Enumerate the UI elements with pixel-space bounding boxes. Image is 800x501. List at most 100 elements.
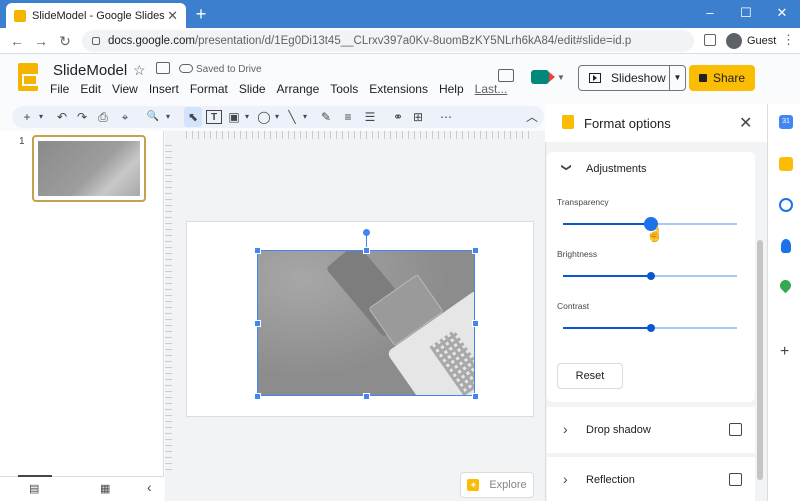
tab-title: SlideModel - Google Slides: [32, 9, 165, 22]
shape-icon[interactable]: ◯: [256, 107, 272, 127]
close-window-button[interactable]: ✕: [764, 0, 800, 28]
reflection-title[interactable]: Reflection: [586, 474, 635, 486]
back-icon[interactable]: ←: [6, 30, 28, 52]
browser-tab[interactable]: SlideModel - Google Slides ✕: [6, 3, 186, 28]
slideshow-button[interactable]: Slideshow ▼: [578, 65, 686, 91]
thumbnail-image: [38, 141, 140, 196]
contacts-icon[interactable]: [781, 239, 791, 253]
transparency-label: Transparency: [557, 197, 609, 207]
resize-handle-top-left[interactable]: [254, 247, 261, 254]
contrast-slider-thumb[interactable]: [647, 324, 655, 332]
menu-format[interactable]: Format: [190, 82, 228, 96]
redo-icon[interactable]: ↷: [74, 107, 90, 127]
profile-button[interactable]: Guest: [726, 30, 776, 52]
profile-name: Guest: [747, 35, 777, 47]
calendar-icon[interactable]: 31: [779, 115, 793, 129]
minimize-button[interactable]: ‒: [692, 0, 728, 28]
meet-caret-icon: ▼: [557, 72, 565, 82]
menu-help[interactable]: Help: [439, 82, 464, 96]
selected-image[interactable]: [257, 250, 475, 396]
meet-button[interactable]: ▼: [528, 64, 568, 90]
resize-handle-top-right[interactable]: [472, 247, 479, 254]
zoom-icon[interactable]: 🔍: [145, 107, 161, 127]
forward-icon[interactable]: →: [30, 30, 52, 52]
last-edit-link[interactable]: Last...: [475, 82, 508, 96]
add-addon-icon[interactable]: +: [780, 343, 789, 361]
menu-edit[interactable]: Edit: [80, 82, 101, 96]
new-tab-button[interactable]: +: [190, 3, 212, 25]
adjustments-chevron-icon[interactable]: ❯: [561, 163, 572, 171]
comment-icon[interactable]: ⊞: [410, 107, 426, 127]
undo-icon[interactable]: ↶: [54, 107, 70, 127]
reflection-chevron-icon[interactable]: ›: [563, 471, 568, 487]
drop-shadow-section[interactable]: [547, 407, 755, 453]
slides-logo-icon[interactable]: [18, 63, 38, 91]
tab-close-icon[interactable]: ✕: [167, 8, 178, 24]
slideshow-caret-icon[interactable]: ▼: [669, 66, 685, 90]
image-caret-icon[interactable]: ▾: [242, 107, 252, 127]
border-dash-icon[interactable]: ☰: [362, 107, 378, 127]
maximize-button[interactable]: ☐: [728, 0, 764, 28]
saved-status: Saved to Drive: [196, 64, 262, 75]
slide-thumbnail[interactable]: [32, 135, 146, 202]
browser-menu-icon[interactable]: ⋮: [782, 32, 795, 48]
comment-history-icon[interactable]: [498, 69, 514, 82]
reload-icon[interactable]: ↻: [54, 30, 76, 52]
new-slide-icon[interactable]: +: [20, 107, 34, 127]
resize-handle-bottom-left[interactable]: [254, 393, 261, 400]
text-box-icon[interactable]: T: [206, 110, 222, 124]
sidepanel-icon[interactable]: [704, 34, 716, 46]
tasks-icon[interactable]: [779, 198, 793, 212]
resize-handle-top[interactable]: [363, 247, 370, 254]
move-folder-icon[interactable]: [156, 62, 170, 74]
resize-handle-bottom[interactable]: [363, 393, 370, 400]
horizontal-ruler: [186, 131, 534, 139]
collapse-filmstrip-icon[interactable]: ‹: [147, 479, 152, 495]
close-panel-icon[interactable]: ✕: [739, 113, 752, 133]
share-button[interactable]: Share: [689, 65, 755, 91]
explore-icon: ✦: [467, 479, 480, 491]
more-icon[interactable]: ⋯: [438, 107, 454, 127]
keep-icon[interactable]: [779, 157, 793, 171]
panel-scrollbar[interactable]: [757, 240, 763, 480]
document-title[interactable]: SlideModel: [53, 62, 127, 79]
menu-arrange[interactable]: Arrange: [277, 82, 320, 96]
drop-shadow-checkbox[interactable]: [729, 423, 742, 436]
menu-slide[interactable]: Slide: [239, 82, 266, 96]
resize-handle-right[interactable]: [472, 320, 479, 327]
pen-icon[interactable]: ✎: [318, 107, 334, 127]
line-icon[interactable]: ╲: [284, 107, 300, 127]
menu-file[interactable]: File: [50, 82, 69, 96]
rotate-handle[interactable]: [363, 229, 370, 236]
address-bar[interactable]: docs.google.com/presentation/d/1Eg0Di13t…: [82, 30, 694, 52]
reflection-checkbox[interactable]: [729, 473, 742, 486]
zoom-caret-icon[interactable]: ▾: [163, 107, 173, 127]
print-icon[interactable]: ⎙: [95, 107, 111, 127]
collapse-menus-icon[interactable]: ︿: [524, 107, 540, 127]
menu-tools[interactable]: Tools: [330, 82, 358, 96]
resize-handle-bottom-right[interactable]: [472, 393, 479, 400]
menu-insert[interactable]: Insert: [149, 82, 179, 96]
line-caret-icon[interactable]: ▾: [300, 107, 310, 127]
new-slide-caret-icon[interactable]: ▾: [36, 107, 46, 127]
brightness-slider-thumb[interactable]: [647, 272, 655, 280]
menu-view[interactable]: View: [112, 82, 138, 96]
reflection-section[interactable]: [547, 457, 755, 501]
image-icon[interactable]: ▣: [226, 107, 242, 127]
adjustments-title[interactable]: Adjustments: [586, 163, 647, 175]
reset-button[interactable]: Reset: [557, 363, 623, 389]
star-icon[interactable]: ☆: [133, 62, 146, 79]
filmstrip-view-icon[interactable]: ▤: [29, 482, 39, 495]
link-icon[interactable]: ⚭: [390, 107, 406, 127]
drop-shadow-title[interactable]: Drop shadow: [586, 424, 651, 436]
shape-caret-icon[interactable]: ▾: [272, 107, 282, 127]
slideshow-label: Slideshow: [611, 71, 666, 85]
paint-format-icon[interactable]: ⌖: [117, 107, 133, 127]
border-weight-icon[interactable]: ≡: [340, 107, 356, 127]
select-icon[interactable]: ⬉: [184, 107, 202, 127]
resize-handle-left[interactable]: [254, 320, 261, 327]
grid-view-icon[interactable]: ▦: [100, 482, 110, 495]
explore-button[interactable]: ✦ Explore: [460, 472, 534, 498]
menu-extensions[interactable]: Extensions: [369, 82, 428, 96]
drop-shadow-chevron-icon[interactable]: ›: [563, 421, 568, 437]
